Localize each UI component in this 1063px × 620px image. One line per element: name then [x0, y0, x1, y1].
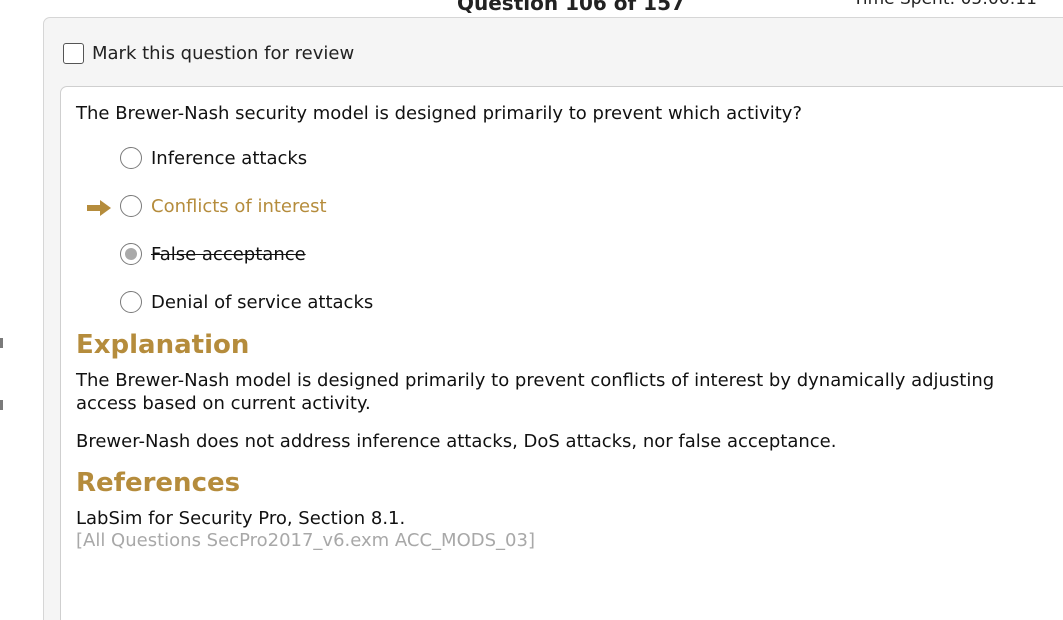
left-edge-mark [0, 400, 3, 410]
time-spent: Time Spent: 05:06:11 [853, 0, 1037, 9]
radio-button[interactable] [120, 291, 142, 313]
explanation-paragraph: Brewer-Nash does not address inference a… [76, 431, 837, 452]
quiz-review-page: Question 106 of 157 Time Spent: 05:06:11… [0, 0, 1063, 620]
question-counter: Question 106 of 157 [457, 0, 685, 15]
answer-option-denial-of-service[interactable]: Denial of service attacks [120, 290, 373, 314]
reference-source: [All Questions SecPro2017_v6.exm ACC_MOD… [76, 530, 535, 551]
answer-option-false-acceptance[interactable]: False acceptance [120, 242, 306, 266]
radio-button-selected[interactable] [120, 243, 142, 265]
right-arrow-icon [87, 200, 111, 216]
option-label: Inference attacks [151, 147, 308, 169]
answer-option-conflicts-of-interest[interactable]: Conflicts of interest [120, 194, 327, 218]
option-label-correct: Conflicts of interest [151, 195, 327, 217]
question-text: The Brewer-Nash security model is design… [76, 103, 803, 124]
review-checkbox[interactable] [63, 42, 84, 64]
left-edge-mark [0, 338, 3, 348]
answer-option-inference-attacks[interactable]: Inference attacks [120, 146, 307, 170]
option-label-incorrect: False acceptance [151, 243, 306, 265]
option-label: Denial of service attacks [151, 291, 374, 313]
references-heading: References [76, 468, 241, 498]
explanation-paragraph: The Brewer-Nash model is designed primar… [76, 370, 995, 414]
reference-citation: LabSim for Security Pro, Section 8.1. [76, 508, 406, 529]
review-label: Mark this question for review [92, 42, 355, 64]
radio-button[interactable] [120, 147, 142, 169]
radio-button[interactable] [120, 195, 142, 217]
explanation-heading: Explanation [76, 330, 250, 360]
mark-for-review[interactable]: Mark this question for review [63, 41, 354, 65]
